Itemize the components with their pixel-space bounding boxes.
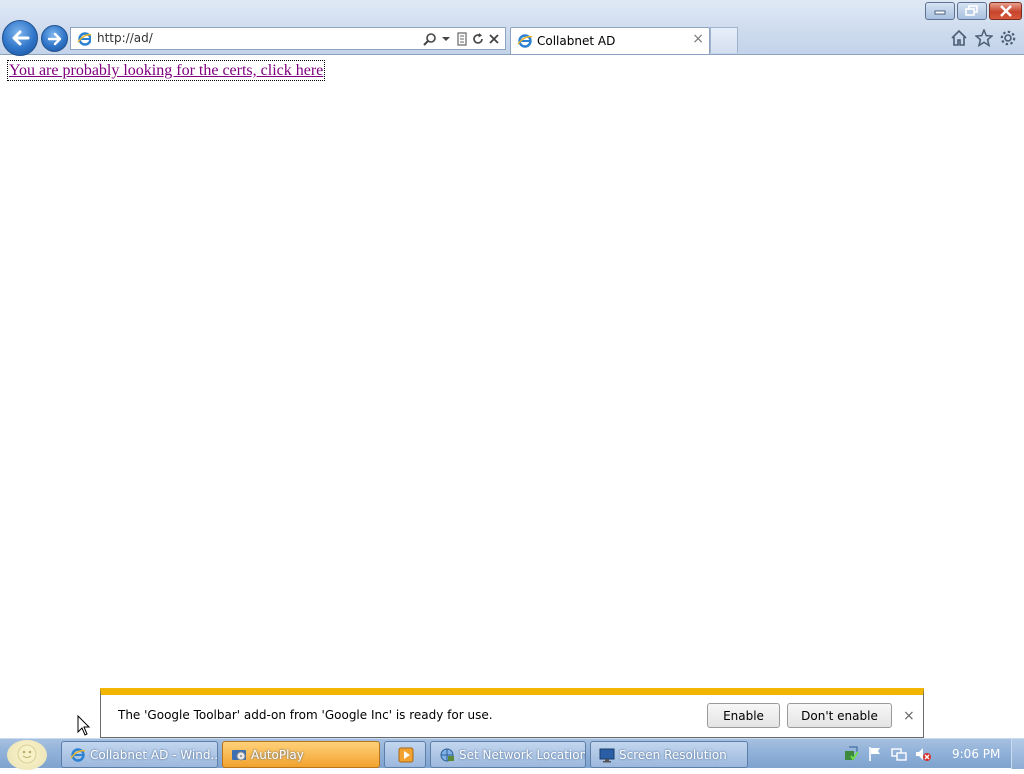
taskbar-item-screen-resolution[interactable]: Screen Resolution — [590, 741, 748, 768]
minimize-button[interactable] — [925, 2, 955, 20]
notification-message: The 'Google Toolbar' add-on from 'Google… — [118, 708, 493, 722]
favorites-star-icon[interactable] — [975, 29, 993, 47]
taskbar-item-label: Collabnet AD - Wind... — [90, 747, 218, 762]
close-icon — [999, 5, 1012, 17]
action-center-flag-icon[interactable] — [867, 746, 883, 762]
taskbar-item-label: Set Network Location — [459, 747, 586, 762]
taskbar-item-media-player[interactable] — [384, 741, 426, 768]
addon-notification-bar: The 'Google Toolbar' add-on from 'Google… — [100, 688, 924, 738]
dropdown-arrow-icon[interactable] — [439, 31, 453, 47]
stop-icon[interactable] — [487, 31, 501, 47]
tab-collabnet-ad[interactable]: Collabnet AD × — [510, 27, 710, 54]
security-shield-icon[interactable] — [843, 746, 859, 762]
compatibility-view-icon[interactable] — [455, 31, 469, 47]
taskbar-item-ie[interactable]: Collabnet AD - Wind... — [61, 741, 218, 768]
refresh-icon[interactable] — [471, 31, 485, 47]
network-icon — [439, 747, 455, 763]
media-player-icon — [398, 747, 414, 763]
close-tab-icon[interactable]: × — [692, 32, 704, 46]
new-tab-button[interactable] — [710, 27, 738, 53]
network-tray-icon[interactable] — [891, 746, 907, 762]
minimize-icon — [934, 10, 946, 15]
start-button[interactable] — [7, 740, 47, 770]
taskbar: Collabnet AD - Wind... AutoPlay Set Netw… — [0, 738, 1024, 770]
ie-page-icon — [517, 33, 533, 53]
restore-button[interactable] — [957, 2, 987, 20]
ie-page-icon — [77, 31, 91, 47]
back-button[interactable] — [2, 20, 38, 56]
close-window-button[interactable] — [989, 2, 1022, 20]
address-input[interactable]: http://ad/ — [97, 31, 153, 45]
home-icon[interactable] — [950, 29, 968, 47]
close-notification-icon[interactable]: × — [903, 708, 915, 724]
restore-icon — [965, 5, 978, 16]
volume-muted-icon[interactable] — [915, 746, 931, 762]
tab-title: Collabnet AD — [537, 34, 616, 48]
search-icon[interactable] — [423, 31, 437, 47]
enable-button[interactable]: Enable — [707, 703, 780, 728]
autoplay-icon — [231, 747, 247, 763]
taskbar-item-label: AutoPlay — [251, 747, 304, 762]
taskbar-item-label: Screen Resolution — [619, 747, 727, 762]
address-bar[interactable]: http://ad/ — [70, 27, 506, 50]
arrow-right-icon — [47, 32, 61, 45]
browser-toolbar: http://ad/ Collabnet AD × — [0, 0, 1024, 56]
taskbar-item-autoplay[interactable]: AutoPlay — [222, 741, 380, 768]
display-icon — [599, 747, 615, 763]
ie-icon — [70, 747, 86, 763]
certs-link[interactable]: You are probably looking for the certs, … — [6, 60, 326, 81]
clock[interactable]: 9:06 PM — [952, 747, 1000, 761]
forward-button[interactable] — [41, 25, 68, 52]
dont-enable-button[interactable]: Don't enable — [787, 703, 892, 728]
taskbar-item-set-network-location[interactable]: Set Network Location — [430, 741, 586, 768]
mouse-cursor-icon — [77, 715, 91, 736]
arrow-left-icon — [12, 30, 30, 46]
gear-icon[interactable] — [999, 29, 1017, 47]
start-orb-icon — [17, 744, 37, 764]
show-desktop-button[interactable] — [1011, 739, 1024, 769]
